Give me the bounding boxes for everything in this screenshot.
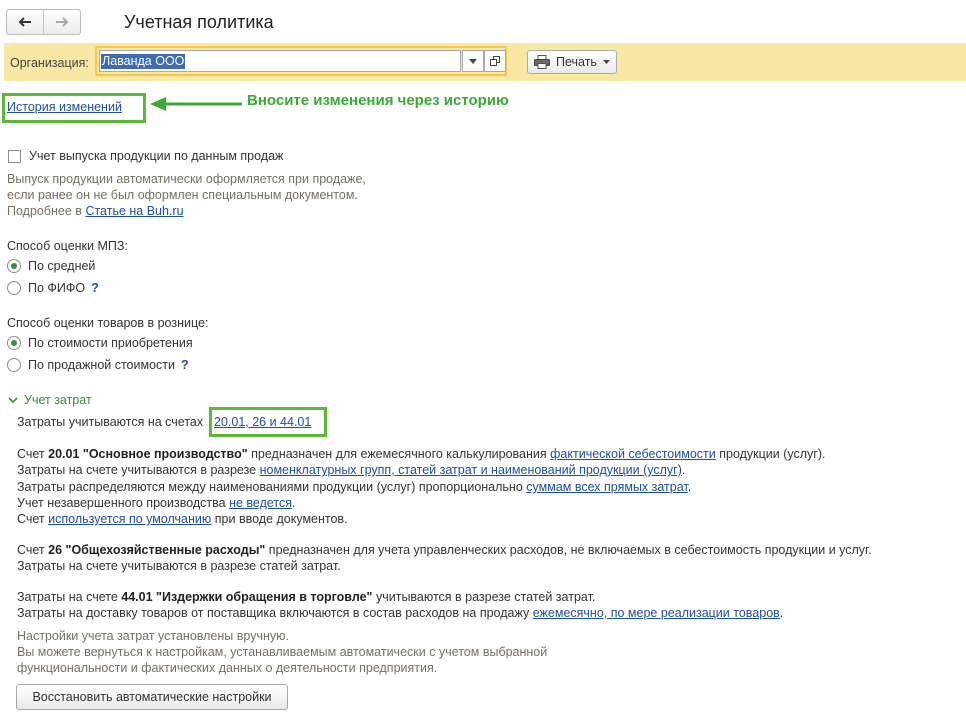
s44-text: . <box>779 606 784 620</box>
help-icon[interactable]: ? <box>91 281 99 295</box>
accounts-link[interactable]: 20.01, 26 и 44.01 <box>214 415 311 429</box>
s44-line2: Затраты на доставку товаров от поставщик… <box>17 606 783 620</box>
organization-value[interactable]: Лаванда ООО <box>101 54 186 69</box>
costs-group-title: Учет затрат <box>24 393 92 407</box>
chevron-down-icon <box>8 396 18 403</box>
radio-mpz-fifo-label: По ФИФО <box>28 281 86 295</box>
sales-desc-2: если ранее он не был оформлен специальны… <box>7 188 358 202</box>
sales-output-checkbox[interactable] <box>8 150 21 163</box>
radio-retail-sale-label: По продажной стоимости <box>28 358 175 372</box>
s44-line1: Затраты на счете 44.01 "Издержки обращен… <box>17 590 595 604</box>
s20-text: Счет <box>17 447 45 461</box>
manual-settings-note: Настройки учета затрат установлены вручн… <box>17 629 289 643</box>
sales-desc-1: Выпуск продукции автоматически оформляет… <box>7 172 366 186</box>
annotation-arrow-icon <box>150 97 242 111</box>
s26-text: Счет <box>17 543 45 557</box>
arrow-right-icon <box>56 17 69 27</box>
radio-retail-sale-row: По продажной стоимости? <box>28 358 189 372</box>
wip-link[interactable]: не ведется <box>229 496 292 510</box>
s26-line2: Затраты на счете учитываются в разрезе с… <box>17 559 341 573</box>
s26-line1: Счет 26 "Общехозяйственные расходы" пред… <box>17 543 872 557</box>
nav-buttons <box>6 9 81 35</box>
s20-line4: Учет незавершенного производства не веде… <box>17 496 296 510</box>
s20-text: Счет <box>17 512 45 526</box>
s20-text: Затраты распределяются между наименовани… <box>17 480 523 494</box>
sales-more: Подробнее в Статье на Buh.ru <box>7 204 184 218</box>
s20-text: . <box>687 480 692 494</box>
s20-text: Учет незавершенного производства <box>17 496 226 510</box>
organization-dropdown-button[interactable] <box>462 50 484 72</box>
s26-account-name: 26 "Общехозяйственные расходы" <box>48 543 266 557</box>
forward-button[interactable] <box>43 10 80 34</box>
s20-text: продукции (услуг). <box>719 447 826 461</box>
costs-group-header[interactable]: Учет затрат <box>8 393 92 407</box>
s20-line3: Затраты распределяются между наименовани… <box>17 480 691 494</box>
radio-mpz-average[interactable] <box>7 259 21 273</box>
help-icon[interactable]: ? <box>181 358 189 372</box>
s20-line2: Затраты на счете учитываются в разрезе н… <box>17 463 685 477</box>
back-button[interactable] <box>7 10 43 34</box>
radio-retail-sale[interactable] <box>7 358 21 372</box>
direct-costs-link[interactable]: суммам всех прямых затрат <box>526 480 687 494</box>
history-link[interactable]: История изменений <box>7 100 122 114</box>
analytics-link[interactable]: номенклатурных групп, статей затрат и на… <box>260 463 682 477</box>
restore-defaults-button[interactable]: Восстановить автоматические настройки <box>16 684 288 710</box>
s20-text: . <box>681 463 686 477</box>
auto-settings-note-1: Вы можете вернуться к настройкам, устана… <box>17 645 548 659</box>
s44-account-name: 44.01 "Издержки обращения в торговле" <box>121 590 373 604</box>
s20-text: . <box>292 496 296 510</box>
restore-defaults-label: Восстановить автоматические настройки <box>32 690 272 704</box>
s26-text: предназначен для учета управленческих ра… <box>268 543 872 557</box>
s20-text: Затраты на счете учитываются в разрезе <box>17 463 257 477</box>
delivery-costs-link[interactable]: ежемесячно, по мере реализации товаров <box>533 606 780 620</box>
retail-label: Способ оценки товаров в рознице: <box>7 316 209 330</box>
print-button[interactable]: Печать <box>527 50 617 74</box>
organization-label: Организация: <box>10 56 89 70</box>
s20-text: предназначен для ежемесячного калькулиро… <box>251 447 547 461</box>
printer-icon <box>534 55 550 69</box>
s44-text: учитываются в разрезе статей затрат. <box>375 590 596 604</box>
s20-text: при вводе документов. <box>214 512 348 526</box>
sales-more-prefix: Подробнее в <box>7 204 82 218</box>
accounts-row: Затраты учитываются на счетах <box>17 415 203 429</box>
arrow-left-icon <box>18 17 31 27</box>
s20-line1: Счет 20.01 "Основное производство" предн… <box>17 447 826 461</box>
s20-line5: Счет используется по умолчанию при вводе… <box>17 512 348 526</box>
default-usage-link[interactable]: используется по умолчанию <box>48 512 211 526</box>
annotation-text: Вносите изменения через историю <box>247 92 509 109</box>
s44-text: Затраты на доставку товаров от поставщик… <box>17 606 530 620</box>
s44-text: Затраты на счете <box>17 590 118 604</box>
open-window-icon <box>490 56 500 66</box>
organization-open-button[interactable] <box>484 50 506 72</box>
chevron-down-icon <box>469 58 477 64</box>
sales-output-label: Учет выпуска продукции по данным продаж <box>29 149 284 163</box>
page-title: Учетная политика <box>124 12 274 32</box>
auto-settings-note-2: функциональности и фактических данных о … <box>17 661 438 675</box>
chevron-down-icon <box>602 60 610 64</box>
actual-cost-link[interactable]: фактической себестоимости <box>550 447 716 461</box>
accounts-prefix: Затраты учитываются на счетах <box>17 415 204 429</box>
s20-account-name: 20.01 "Основное производство" <box>48 447 248 461</box>
radio-mpz-fifo-row: По ФИФО? <box>28 281 99 295</box>
mpz-label: Способ оценки МПЗ: <box>7 239 128 253</box>
radio-mpz-fifo[interactable] <box>7 281 21 295</box>
radio-retail-purchase[interactable] <box>7 336 21 350</box>
radio-mpz-average-label: По средней <box>28 259 96 273</box>
radio-retail-purchase-label: По стоимости приобретения <box>28 336 193 350</box>
buh-article-link[interactable]: Статье на Buh.ru <box>85 204 183 218</box>
print-button-label: Печать <box>556 55 597 69</box>
